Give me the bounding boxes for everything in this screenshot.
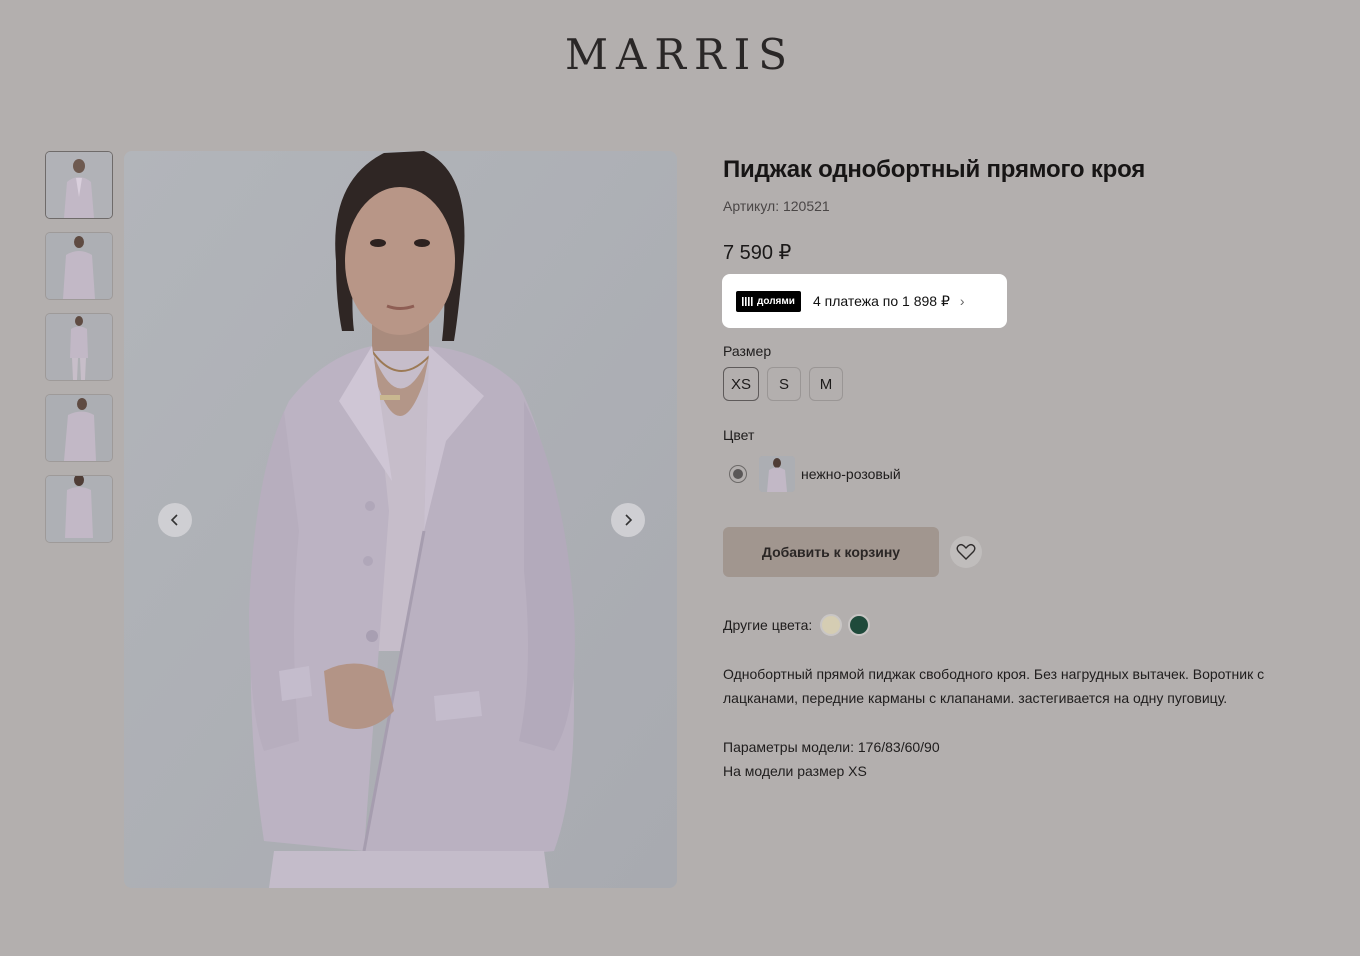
- thumbnail-image: [46, 152, 112, 218]
- thumbnail-5[interactable]: [45, 475, 113, 543]
- size-option-s[interactable]: S: [767, 367, 801, 401]
- product-main-image[interactable]: [124, 151, 677, 888]
- color-label: Цвет: [723, 427, 755, 443]
- radio-selected-dot: [733, 469, 743, 479]
- other-colors-label: Другие цвета:: [723, 617, 813, 633]
- color-swatch-beige[interactable]: [820, 614, 843, 636]
- color-swatch-green[interactable]: [848, 614, 871, 636]
- other-colors: Другие цвета:: [723, 614, 871, 636]
- thumbnail-image: [46, 314, 112, 380]
- dolyami-installments-widget[interactable]: долями 4 платежа по 1 898 ₽ ›: [722, 274, 1007, 328]
- thumbnail-2[interactable]: [45, 232, 113, 300]
- dolyami-bars-icon: [742, 296, 753, 306]
- add-to-cart-button[interactable]: Добавить к корзину: [723, 527, 939, 577]
- product-description: Однобортный прямой пиджак свободного кро…: [723, 666, 1265, 706]
- color-radio[interactable]: [729, 465, 747, 483]
- chevron-left-icon: [170, 514, 178, 526]
- product-photo: [124, 151, 677, 888]
- color-thumbnail-image: [759, 456, 795, 492]
- thumbnail-image: [46, 233, 112, 299]
- gallery-next-button[interactable]: [611, 503, 645, 537]
- color-name: нежно-розовый: [801, 466, 901, 482]
- product-info: Пиджак однобортный прямого кроя Артикул:…: [722, 150, 1323, 779]
- dolyami-badge-label: долями: [757, 295, 795, 307]
- size-selector: XS S M: [723, 367, 843, 401]
- size-option-m[interactable]: M: [809, 367, 843, 401]
- model-info: Параметры модели: 176/83/60/90 На модели…: [723, 735, 940, 783]
- thumbnail-image: [46, 395, 112, 461]
- dolyami-installment-text: 4 платежа по 1 898 ₽: [812, 292, 950, 309]
- product-title: Пиджак однобортный прямого кроя: [723, 156, 1146, 183]
- color-thumbnail[interactable]: [759, 456, 795, 492]
- chevron-right-icon: ›: [959, 293, 965, 309]
- favorite-button[interactable]: [950, 536, 982, 568]
- model-size: На модели размер XS: [723, 763, 867, 779]
- gallery-prev-button[interactable]: [158, 503, 192, 537]
- color-option[interactable]: нежно-розовый: [723, 456, 901, 492]
- thumbnail-list: [45, 151, 113, 556]
- dolyami-logo: долями: [736, 290, 801, 312]
- product-sku: Артикул: 120521: [723, 198, 830, 214]
- brand-logo[interactable]: MARRIS: [0, 30, 1360, 79]
- thumbnail-3[interactable]: [45, 313, 113, 381]
- product-price: 7 590 ₽: [723, 242, 792, 264]
- size-option-xs[interactable]: XS: [723, 367, 759, 401]
- chevron-right-icon: [625, 514, 633, 526]
- thumbnail-1[interactable]: [45, 151, 113, 219]
- thumbnail-4[interactable]: [45, 394, 113, 462]
- heart-icon: [956, 543, 976, 560]
- size-label: Размер: [723, 343, 772, 359]
- model-params: Параметры модели: 176/83/60/90: [723, 739, 940, 755]
- thumbnail-image: [46, 476, 112, 542]
